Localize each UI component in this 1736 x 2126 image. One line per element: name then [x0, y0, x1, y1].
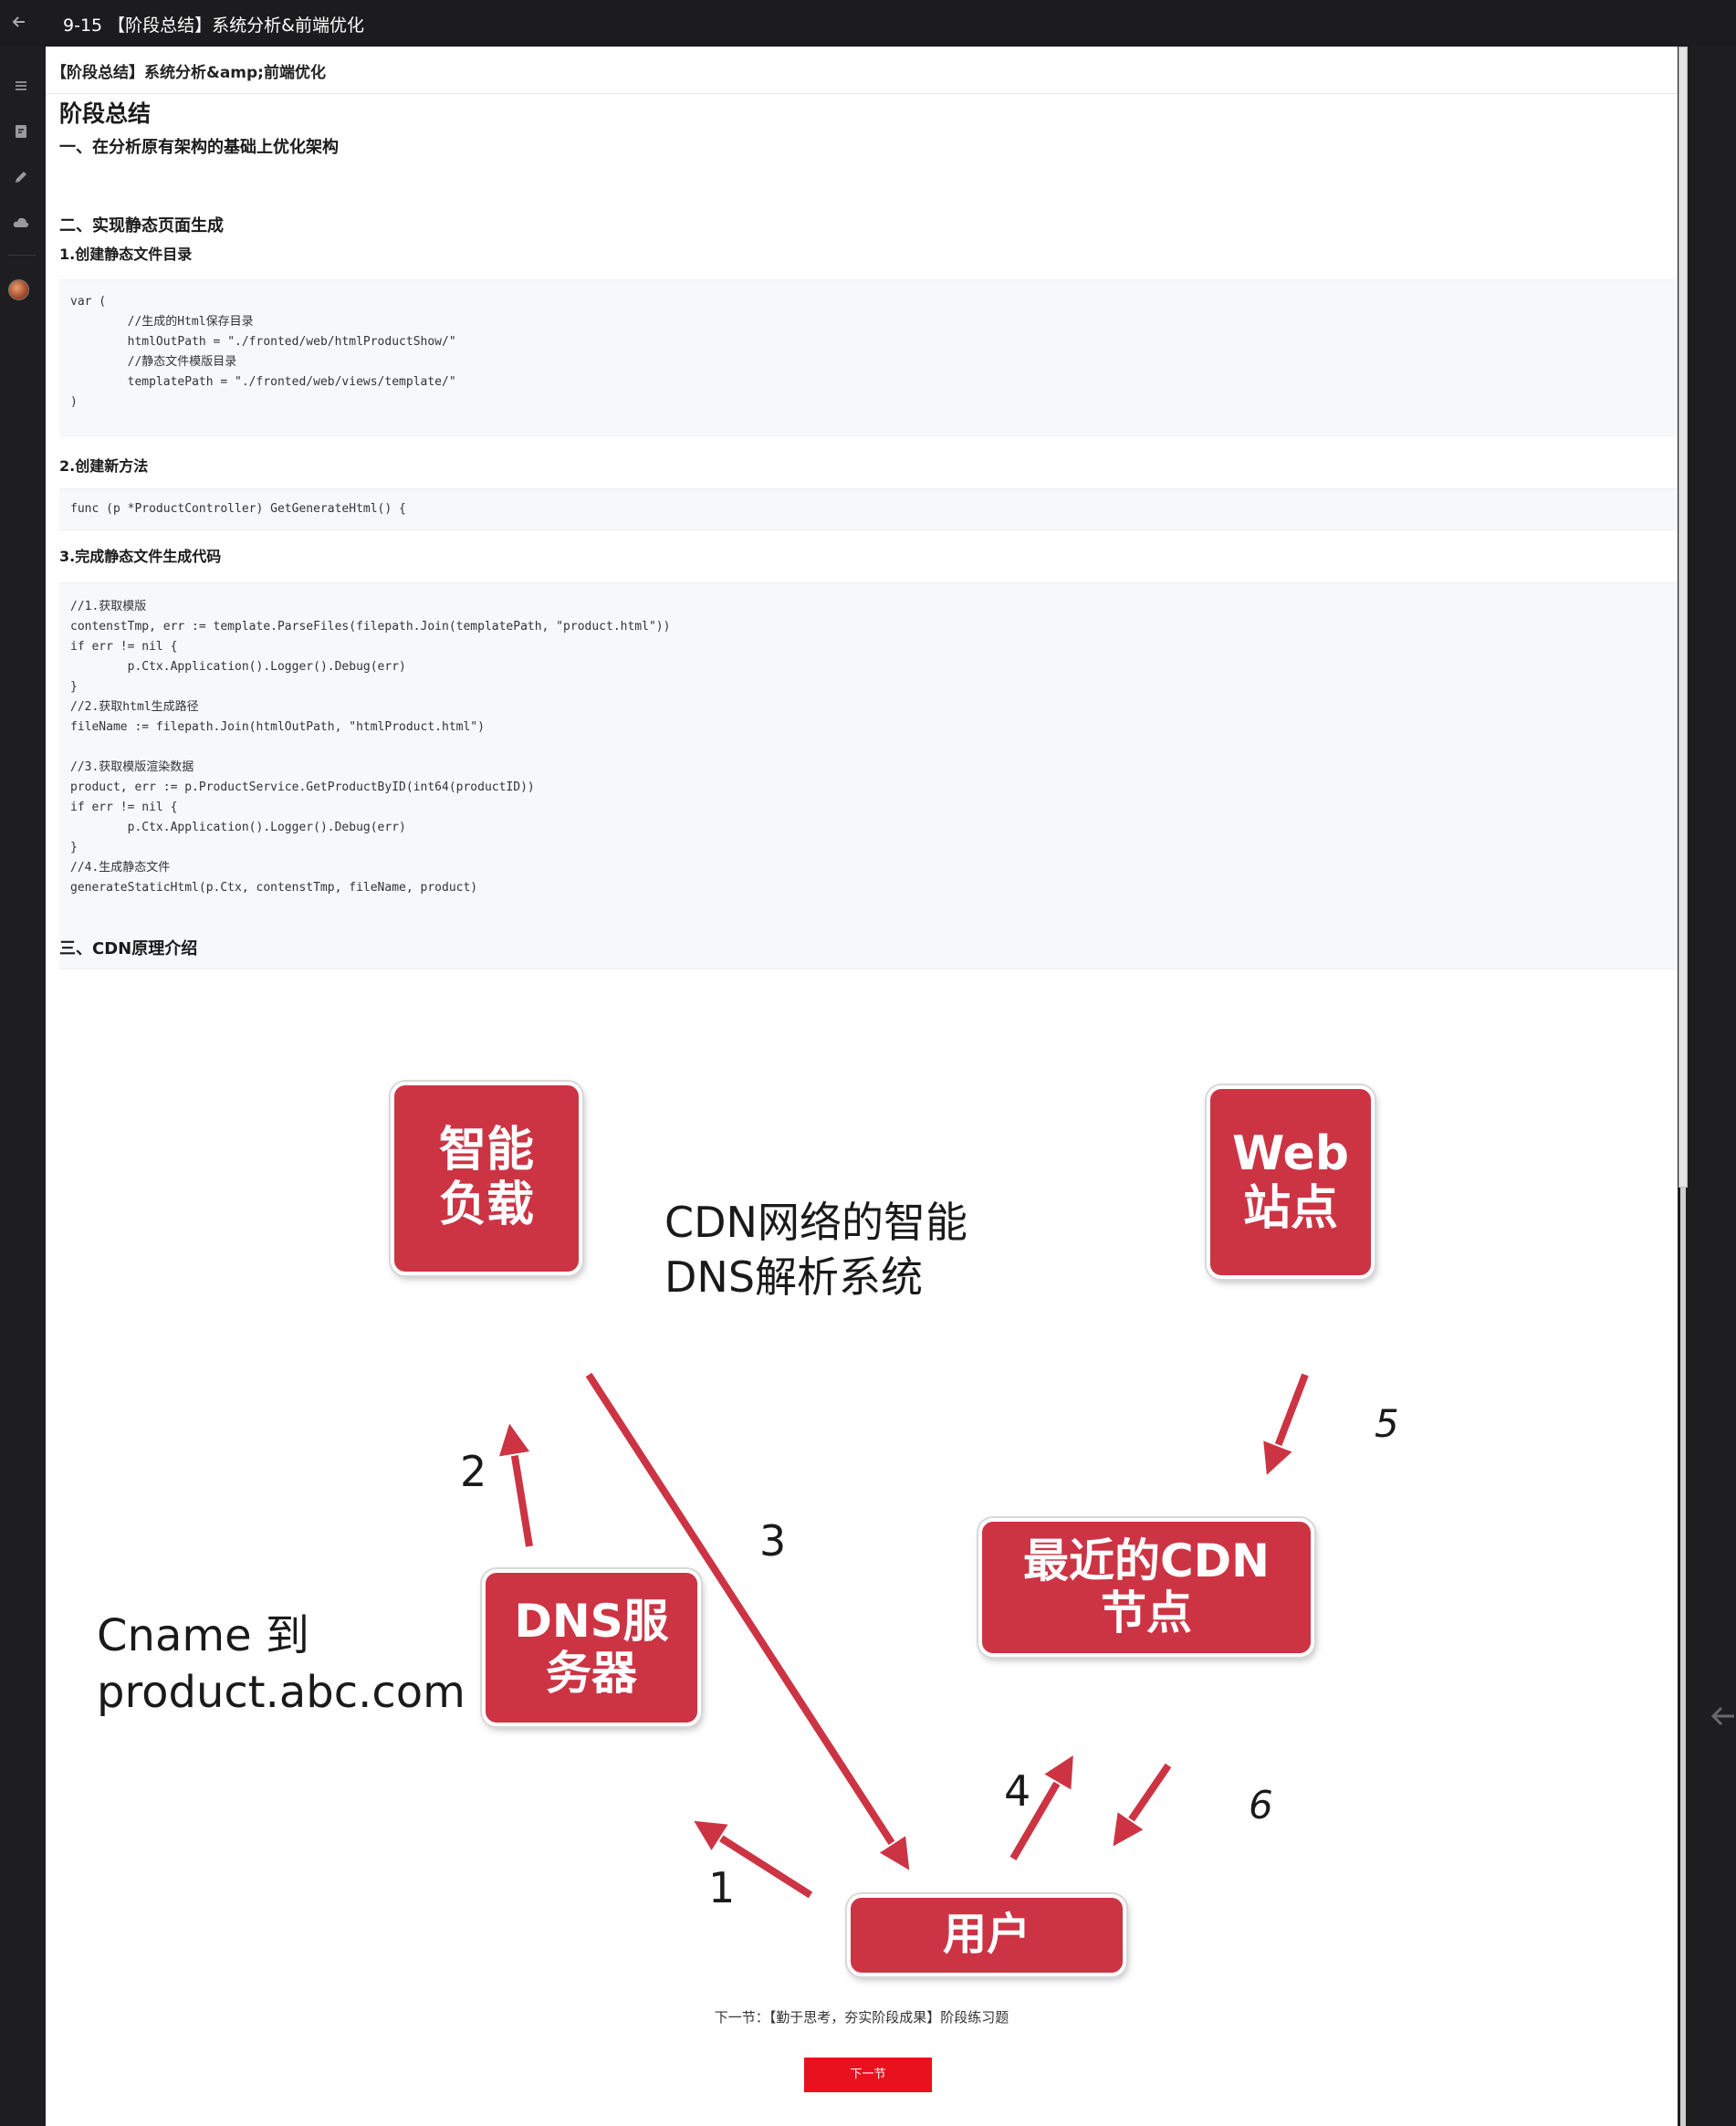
code-block-2: func (p *ProductController) GetGenerateH… — [59, 488, 1678, 530]
left-sidebar — [0, 47, 46, 2126]
section-heading-1: 一、在分析原有架构的基础上优化架构 — [59, 138, 339, 157]
step-number-5: 5 — [1375, 1401, 1399, 1446]
arrow-step-5 — [1271, 1373, 1309, 1465]
step-number-4: 4 — [1004, 1766, 1031, 1816]
step-heading-1: 1.创建静态文件目录 — [59, 246, 193, 263]
avatar[interactable] — [8, 279, 29, 300]
article-heading: 阶段总结 — [59, 100, 152, 127]
section-heading-2: 二、实现静态页面生成 — [59, 216, 224, 236]
cdn-dns-label: CDN网络的智能 DNS解析系统 — [664, 1198, 967, 1302]
back-arrow-icon[interactable] — [9, 12, 29, 32]
arrow-step-6 — [1119, 1763, 1172, 1838]
note-icon[interactable] — [11, 121, 31, 141]
breadcrumb-text: 【阶段总结】系统分析&amp;前端优化 — [51, 64, 326, 82]
expand-arrow-icon[interactable] — [1709, 1701, 1736, 1732]
step-number-6: 6 — [1249, 1783, 1273, 1828]
breadcrumb: 【阶段总结】系统分析&amp;前端优化 — [46, 47, 1678, 94]
next-section-button[interactable]: 下一节 — [804, 2058, 932, 2092]
cname-label: Cname 到 product.abc.com — [97, 1610, 465, 1718]
diagram-arrows — [46, 1372, 1309, 1899]
page-title-bar: 9-15 【阶段总结】系统分析&前端优化 — [63, 16, 364, 36]
step-heading-3: 3.完成静态文件生成代码 — [59, 548, 222, 565]
web-site-box: Web 站点 — [1207, 1085, 1375, 1279]
next-section-text: 下一节：【勤于思考，夯实阶段成果】阶段练习题 — [714, 2009, 1009, 2026]
cloud-icon[interactable] — [11, 213, 31, 233]
user-box: 用户 — [847, 1894, 1126, 1976]
code-block-1: var ( //生成的Html保存目录 htmlOutPath = "./fro… — [59, 279, 1678, 436]
scrollbar[interactable] — [1678, 47, 1689, 2126]
cdn-diagram: 智能 负载 Web 站点 DNS服 务器 最近的CDN 节点 用户 CDN网络的… — [46, 1014, 1678, 2000]
article-content: 【阶段总结】系统分析&amp;前端优化 阶段总结 一、在分析原有架构的基础上优化… — [46, 47, 1678, 2126]
top-bar: 9-15 【阶段总结】系统分析&前端优化 — [0, 0, 1736, 47]
step-number-3: 3 — [759, 1516, 787, 1566]
edit-icon[interactable] — [11, 167, 31, 187]
menu-icon[interactable] — [11, 76, 31, 96]
step-number-1: 1 — [708, 1863, 736, 1912]
step-number-2: 2 — [460, 1447, 487, 1496]
step-heading-2: 2.创建新方法 — [59, 457, 149, 475]
smart-load-balancer-box: 智能 负载 — [391, 1082, 582, 1275]
code-text-3: //1.获取模版 contenstTmp, err := template.Pa… — [70, 600, 671, 895]
nearest-cdn-node-box: 最近的CDN 节点 — [978, 1518, 1314, 1657]
sidebar-divider — [8, 255, 36, 256]
dns-server-box: DNS服 务器 — [482, 1569, 701, 1726]
right-panel — [1689, 47, 1736, 2126]
code-text-2: func (p *ProductController) GetGenerateH… — [70, 502, 406, 516]
code-block-3: //1.获取模版 contenstTmp, err := template.Pa… — [59, 582, 1678, 969]
scrollbar-thumb[interactable] — [1678, 47, 1688, 1188]
section-heading-3: 三、CDN原理介绍 — [59, 939, 198, 958]
code-text-1: var ( //生成的Html保存目录 htmlOutPath = "./fro… — [70, 295, 456, 409]
arrow-step-2 — [511, 1434, 533, 1547]
